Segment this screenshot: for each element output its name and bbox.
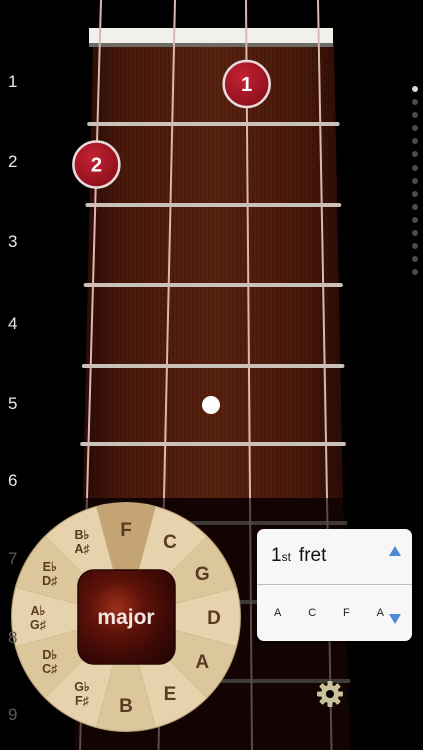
key-label: D♯ xyxy=(42,574,57,588)
string-note: A xyxy=(274,607,282,619)
string-note: C xyxy=(308,607,317,619)
page-dot[interactable] xyxy=(412,99,418,106)
fret-inlay-dot xyxy=(202,396,220,414)
page-dot[interactable] xyxy=(412,151,418,158)
key-label: D♭ xyxy=(42,648,57,662)
finger-number: 2 xyxy=(91,155,102,177)
key-label: G♯ xyxy=(30,618,46,632)
key-label: F xyxy=(120,520,132,541)
finger-marker[interactable]: 2 xyxy=(72,140,121,189)
fret-number: 7 xyxy=(8,549,18,568)
key-label: E xyxy=(164,684,177,705)
fret-wire xyxy=(85,203,342,207)
page-dot[interactable] xyxy=(412,269,418,276)
key-label: C♯ xyxy=(42,662,57,676)
key-label: G♭ xyxy=(74,680,90,694)
finger-number: 1 xyxy=(241,74,252,96)
key-label: D xyxy=(207,608,221,629)
fret-number: 1 xyxy=(8,72,18,91)
page-dot[interactable] xyxy=(412,256,418,263)
page-dot[interactable] xyxy=(412,112,418,119)
fret-number: 8 xyxy=(8,628,18,647)
key-label: A xyxy=(195,652,209,673)
key-label: F♯ xyxy=(75,694,89,708)
fret-ordinal-suffix: st xyxy=(281,550,291,564)
fret-selector-panel: 1st fret A C F A xyxy=(257,529,412,641)
chord-quality-label: major xyxy=(97,606,154,629)
fret-wire xyxy=(81,364,345,368)
key-label: B xyxy=(119,696,133,717)
fret-selector-value[interactable]: 1st fret xyxy=(271,545,326,567)
chord-wheel[interactable]: CG D AE B G♭F♯ D♭C♯ A♭G♯ E♭D♯ B♭A♯ F major xyxy=(11,502,241,732)
fret-wire xyxy=(80,442,346,446)
page-dot[interactable] xyxy=(412,177,418,184)
page-dot[interactable] xyxy=(412,203,418,210)
page-dot[interactable] xyxy=(412,190,418,197)
string-note: F xyxy=(343,607,350,619)
fret-wire xyxy=(87,122,340,126)
key-label: E♭ xyxy=(43,560,57,574)
fret-number: 2 xyxy=(8,152,18,171)
key-label: A♭ xyxy=(31,604,46,618)
triangle-up-icon[interactable] xyxy=(388,544,402,558)
nut-shadow xyxy=(89,43,333,47)
nut xyxy=(89,28,333,44)
string-note: A xyxy=(376,607,384,619)
fret-word: fret xyxy=(298,545,327,566)
fret-number: 3 xyxy=(8,232,18,251)
key-label: A♯ xyxy=(74,542,89,556)
fret-number: 9 xyxy=(8,705,18,724)
fret-number: 6 xyxy=(8,471,18,490)
page-dot[interactable] xyxy=(412,138,418,145)
page-dot[interactable] xyxy=(412,243,418,250)
string-notes: A C F A xyxy=(274,607,384,619)
page-dot[interactable] xyxy=(412,230,418,237)
triangle-down-icon[interactable] xyxy=(388,612,402,626)
fret-wire xyxy=(83,283,343,287)
page-indicator[interactable] xyxy=(411,86,419,282)
fret-ordinal: 1 xyxy=(271,545,282,566)
fretboard-grain xyxy=(83,42,343,498)
finger-marker[interactable]: 1 xyxy=(222,59,271,109)
page-dot[interactable] xyxy=(412,125,418,132)
page-dot[interactable] xyxy=(412,164,418,171)
page-dot[interactable] xyxy=(412,216,418,223)
page-dot[interactable] xyxy=(412,86,418,92)
key-label: B♭ xyxy=(75,528,90,542)
fret-number: 5 xyxy=(8,394,18,413)
key-label: C xyxy=(163,532,177,553)
fret-number: 4 xyxy=(8,314,18,333)
fret-selector-header: 1st fret xyxy=(257,529,412,585)
gear-icon[interactable] xyxy=(317,681,343,707)
key-label: G xyxy=(195,564,210,585)
